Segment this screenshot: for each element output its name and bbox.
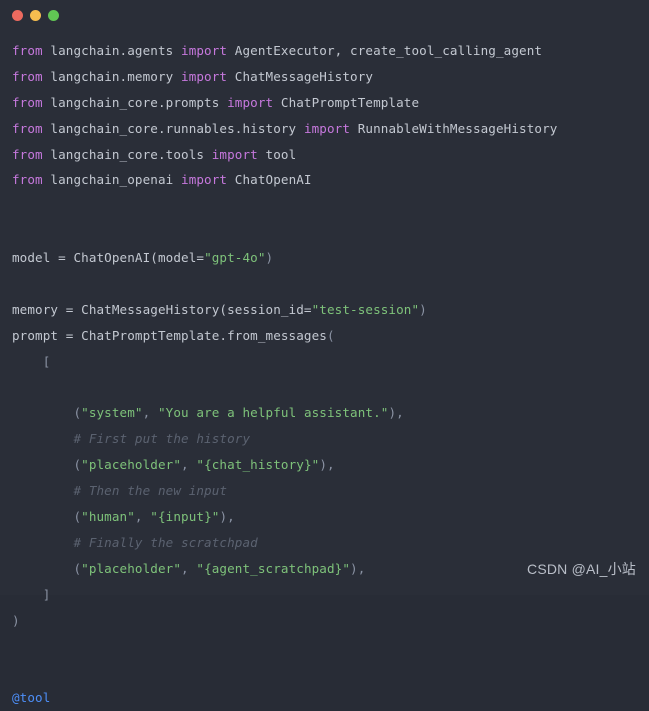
code-token-id: prompt = ChatPromptTemplate.from_message… — [12, 327, 327, 343]
code-token-punc: ) — [265, 250, 274, 266]
code-token-com: # Finally the scratchpad — [12, 534, 258, 550]
code-token-id: AgentExecutor, create_tool_calling_agent — [227, 43, 543, 58]
code-line: ) — [12, 608, 649, 634]
code-token-punc: ), — [219, 509, 235, 525]
code-token-str: "test-session" — [311, 301, 420, 317]
code-token-punc: ) — [12, 612, 20, 628]
code-token-punc: , — [142, 405, 158, 421]
code-token-str: "system" — [81, 405, 143, 421]
code-line: from langchain_core.tools import tool — [12, 142, 649, 168]
code-token-punc: ), — [319, 457, 335, 473]
code-line: # Finally the scratchpad — [12, 530, 649, 556]
code-token-com: # First put the history — [12, 431, 251, 447]
code-token-str: "gpt-4o" — [204, 250, 266, 266]
code-editor-window: from langchain.agents import AgentExecut… — [0, 0, 649, 705]
code-token-id: ChatPromptTemplate — [273, 94, 420, 110]
code-token-id: memory = ChatMessageHistory(session_id= — [12, 301, 312, 317]
code-token-str: "placeholder" — [81, 560, 182, 576]
code-token-punc: ( — [12, 560, 82, 576]
code-token-dec: @tool — [12, 690, 51, 706]
code-line: ("human", "{input}"), — [12, 504, 649, 530]
code-token-punc: ( — [12, 509, 82, 525]
code-token-punc: [ — [12, 353, 51, 369]
code-token-id: langchain_core.runnables.history — [42, 120, 304, 136]
code-token-punc: , — [181, 560, 197, 576]
code-token-id: langchain.memory — [42, 68, 182, 84]
code-token-kw: import — [181, 172, 228, 188]
code-token-str: "human" — [81, 509, 135, 525]
code-token-id: langchain.agents — [42, 43, 182, 58]
code-token-str: "{agent_scratchpad}" — [196, 560, 351, 576]
code-token-punc: ( — [12, 457, 82, 473]
code-line: from langchain.agents import AgentExecut… — [12, 38, 649, 64]
code-token-punc: ), — [388, 405, 404, 421]
code-line: # First put the history — [12, 426, 649, 452]
code-token-punc: , — [181, 457, 197, 473]
code-line: ("system", "You are a helpful assistant.… — [12, 400, 649, 426]
code-token-kw: from — [12, 146, 43, 162]
code-line: from langchain_core.runnables.history im… — [12, 116, 649, 142]
code-token-id: model = ChatOpenAI(model= — [12, 250, 205, 266]
code-line: [ — [12, 349, 649, 375]
code-line: from langchain_openai import ChatOpenAI — [12, 167, 649, 193]
maximize-button[interactable] — [48, 9, 59, 21]
code-token-punc: ] — [12, 586, 51, 602]
code-line: prompt = ChatPromptTemplate.from_message… — [12, 323, 649, 349]
code-token-str: "placeholder" — [81, 457, 182, 473]
code-token-punc: ) — [419, 301, 427, 317]
code-token-kw: from — [12, 43, 43, 58]
code-token-punc: ( — [12, 405, 82, 421]
close-button[interactable] — [12, 9, 23, 21]
code-token-kw: import — [303, 120, 351, 136]
code-token-id: langchain_core.prompts — [42, 94, 228, 110]
code-token-kw: from — [12, 68, 43, 84]
code-line: from langchain.memory import ChatMessage… — [12, 64, 649, 90]
code-token-kw: import — [181, 43, 228, 58]
code-line: memory = ChatMessageHistory(session_id="… — [12, 297, 649, 323]
code-token-kw: import — [181, 68, 228, 84]
code-token-punc: ( — [326, 327, 335, 343]
code-token-id: langchain_openai — [42, 172, 182, 188]
code-line: ("placeholder", "{chat_history}"), — [12, 452, 649, 478]
watermark-label: CSDN @AI_小站 — [527, 561, 636, 577]
code-token-id: tool — [257, 146, 297, 162]
code-token-kw: from — [12, 172, 43, 188]
code-token-kw: from — [12, 120, 43, 136]
code-token-id: RunnableWithMessageHistory — [350, 120, 558, 136]
code-line: # Then the new input — [12, 478, 649, 504]
code-line: @tool — [12, 685, 649, 711]
code-token-kw: from — [12, 94, 43, 110]
code-token-kw: import — [227, 94, 274, 110]
code-token-id: ChatMessageHistory — [227, 68, 374, 84]
code-token-str: "{input}" — [150, 509, 220, 525]
window-titlebar — [0, 0, 649, 30]
code-line: model = ChatOpenAI(model="gpt-4o") — [12, 245, 649, 271]
code-token-id: ChatOpenAI — [227, 172, 312, 188]
code-token-punc: , — [134, 509, 151, 525]
code-block[interactable]: from langchain.agents import AgentExecut… — [0, 30, 649, 711]
code-token-com: # Then the new input — [12, 483, 228, 499]
code-token-str: "{chat_history}" — [196, 457, 320, 473]
minimize-button[interactable] — [30, 9, 41, 21]
code-line: from langchain_core.prompts import ChatP… — [12, 90, 649, 116]
code-token-str: "You are a helpful assistant." — [157, 405, 389, 421]
code-token-kw: import — [211, 146, 258, 162]
code-token-id: langchain_core.tools — [42, 146, 212, 162]
code-token-punc: ), — [350, 560, 366, 576]
